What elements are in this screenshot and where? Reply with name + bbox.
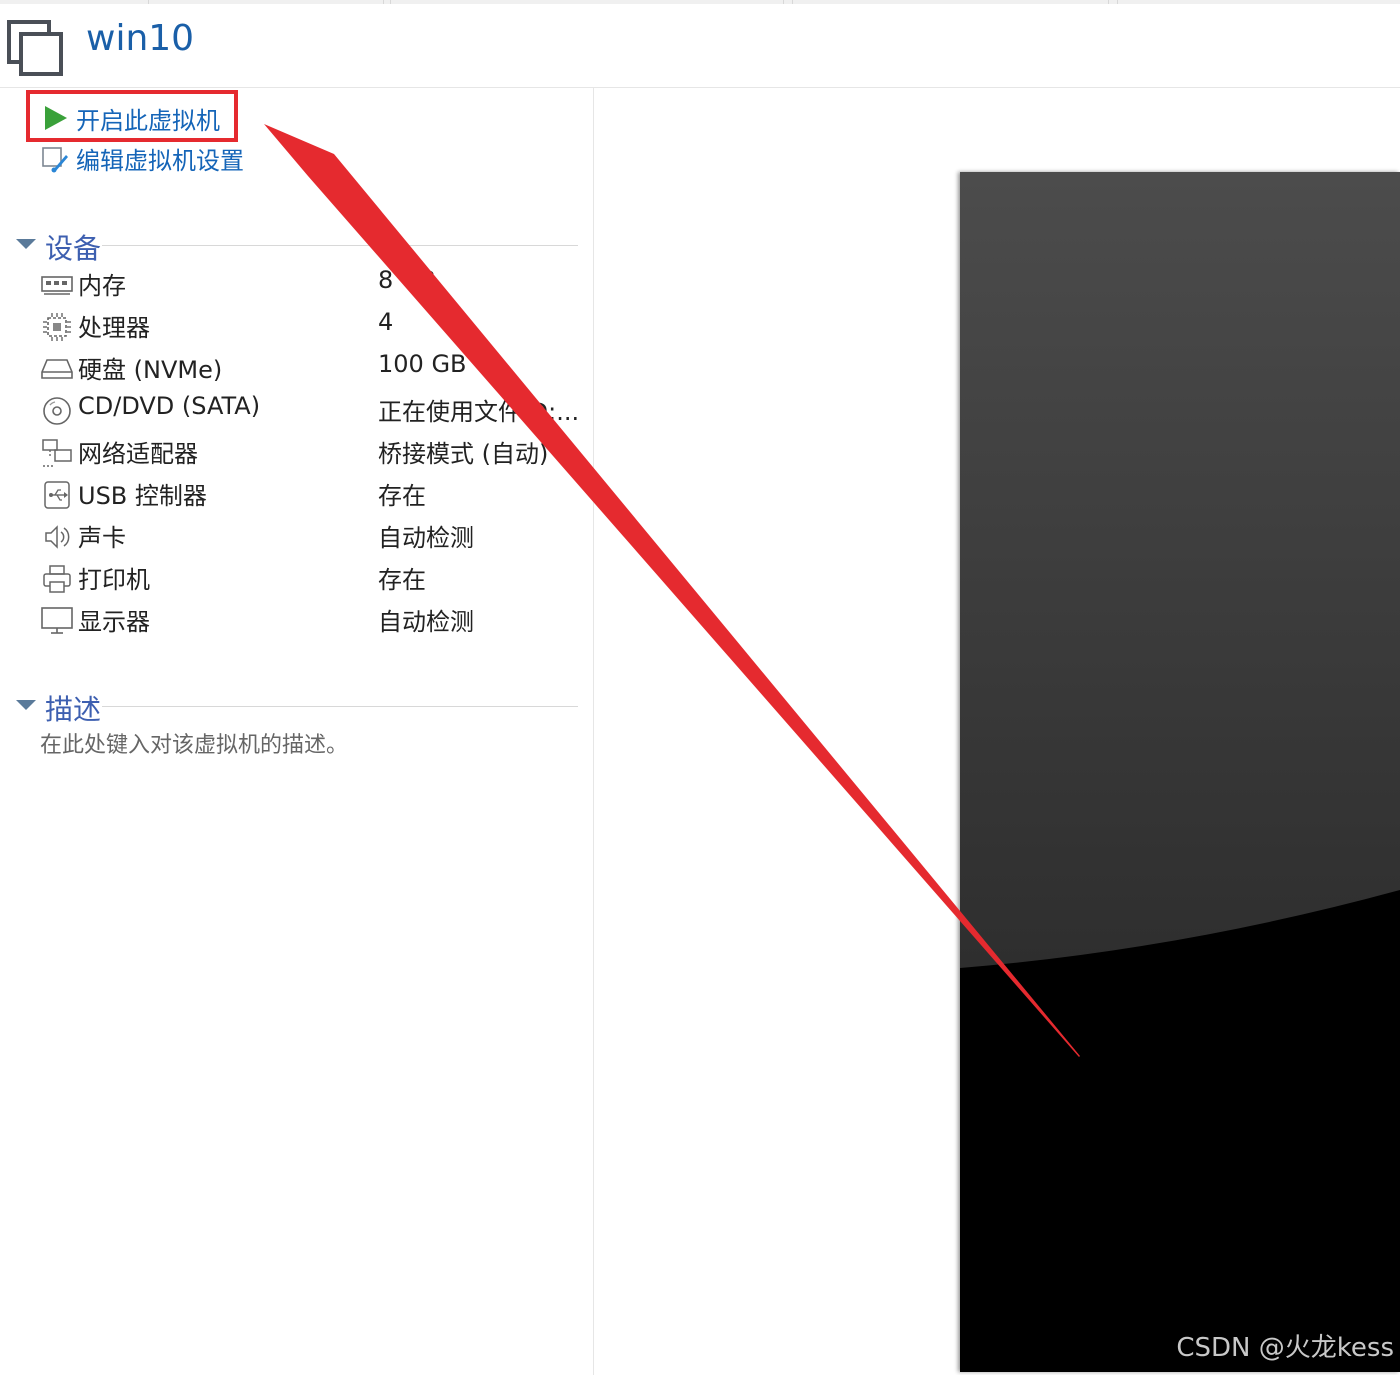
section-divider [102,706,578,707]
devices-section-title: 设备 [45,227,106,267]
network-adapter-icon [40,438,74,468]
section-divider [102,245,578,246]
device-value: 自动检测 [378,524,474,552]
device-value: 自动检测 [378,608,474,636]
device-row-printer[interactable]: 打印机 存在 [40,560,580,598]
device-value: 100 GB [378,350,467,378]
device-row-network-adapter[interactable]: 网络适配器 桥接模式 (自动) [40,434,580,472]
vm-title: win10 [86,18,195,59]
device-row-display[interactable]: 显示器 自动检测 [40,602,580,640]
device-name: 处理器 [78,314,150,342]
device-name: USB 控制器 [78,482,207,510]
device-name: 声卡 [78,524,126,552]
device-value: 存在 [378,482,426,510]
device-row-memory[interactable]: 内存 8 GB [40,266,580,304]
device-name: CD/DVD (SATA) [78,392,261,420]
processor-icon [40,312,74,342]
device-row-processor[interactable]: 处理器 4 [40,308,580,346]
usb-icon [40,480,74,510]
vm-screen-preview[interactable]: CSDN @火龙kess [960,172,1400,1372]
device-value: 4 [378,308,394,336]
devices-section-header[interactable]: 设备 [14,227,578,267]
device-row-cd-dvd[interactable]: CD/DVD (SATA) 正在使用文件 D:... [40,392,580,430]
annotation-highlight-box [26,90,238,142]
device-name: 打印机 [78,566,150,594]
virtual-machine-icon [6,18,66,78]
device-name: 网络适配器 [78,440,198,468]
watermark-text: CSDN @火龙kess [1176,1333,1394,1363]
device-row-usb-controller[interactable]: USB 控制器 存在 [40,476,580,514]
device-value: 正在使用文件 D:... [378,398,580,426]
speaker-icon [40,522,74,552]
cd-dvd-icon [40,396,74,426]
edit-vm-settings-label: 编辑虚拟机设置 [76,146,244,175]
device-name: 内存 [78,272,126,300]
device-name: 显示器 [78,608,150,636]
device-row-hard-disk[interactable]: 硬盘 (NVMe) 100 GB [40,350,580,388]
device-row-sound-card[interactable]: 声卡 自动检测 [40,518,580,556]
monitor-icon [40,606,74,636]
edit-vm-settings-button[interactable]: 编辑虚拟机设置 [40,141,244,175]
description-text-field[interactable]: 在此处键入对该虚拟机的描述。 [40,727,348,759]
description-section-header[interactable]: 描述 [14,688,578,728]
collapse-caret-icon[interactable] [16,700,36,710]
vm-header: win10 [0,4,1400,88]
description-section-title: 描述 [45,688,106,728]
hard-disk-icon [40,354,74,384]
device-value: 存在 [378,566,426,594]
edit-settings-icon [40,143,70,173]
collapse-caret-icon[interactable] [16,239,36,249]
device-name: 硬盘 (NVMe) [78,356,223,384]
device-value: 桥接模式 (自动) [378,440,549,468]
device-value: 8 GB [378,266,436,294]
memory-icon [40,270,74,300]
printer-icon [40,564,74,594]
